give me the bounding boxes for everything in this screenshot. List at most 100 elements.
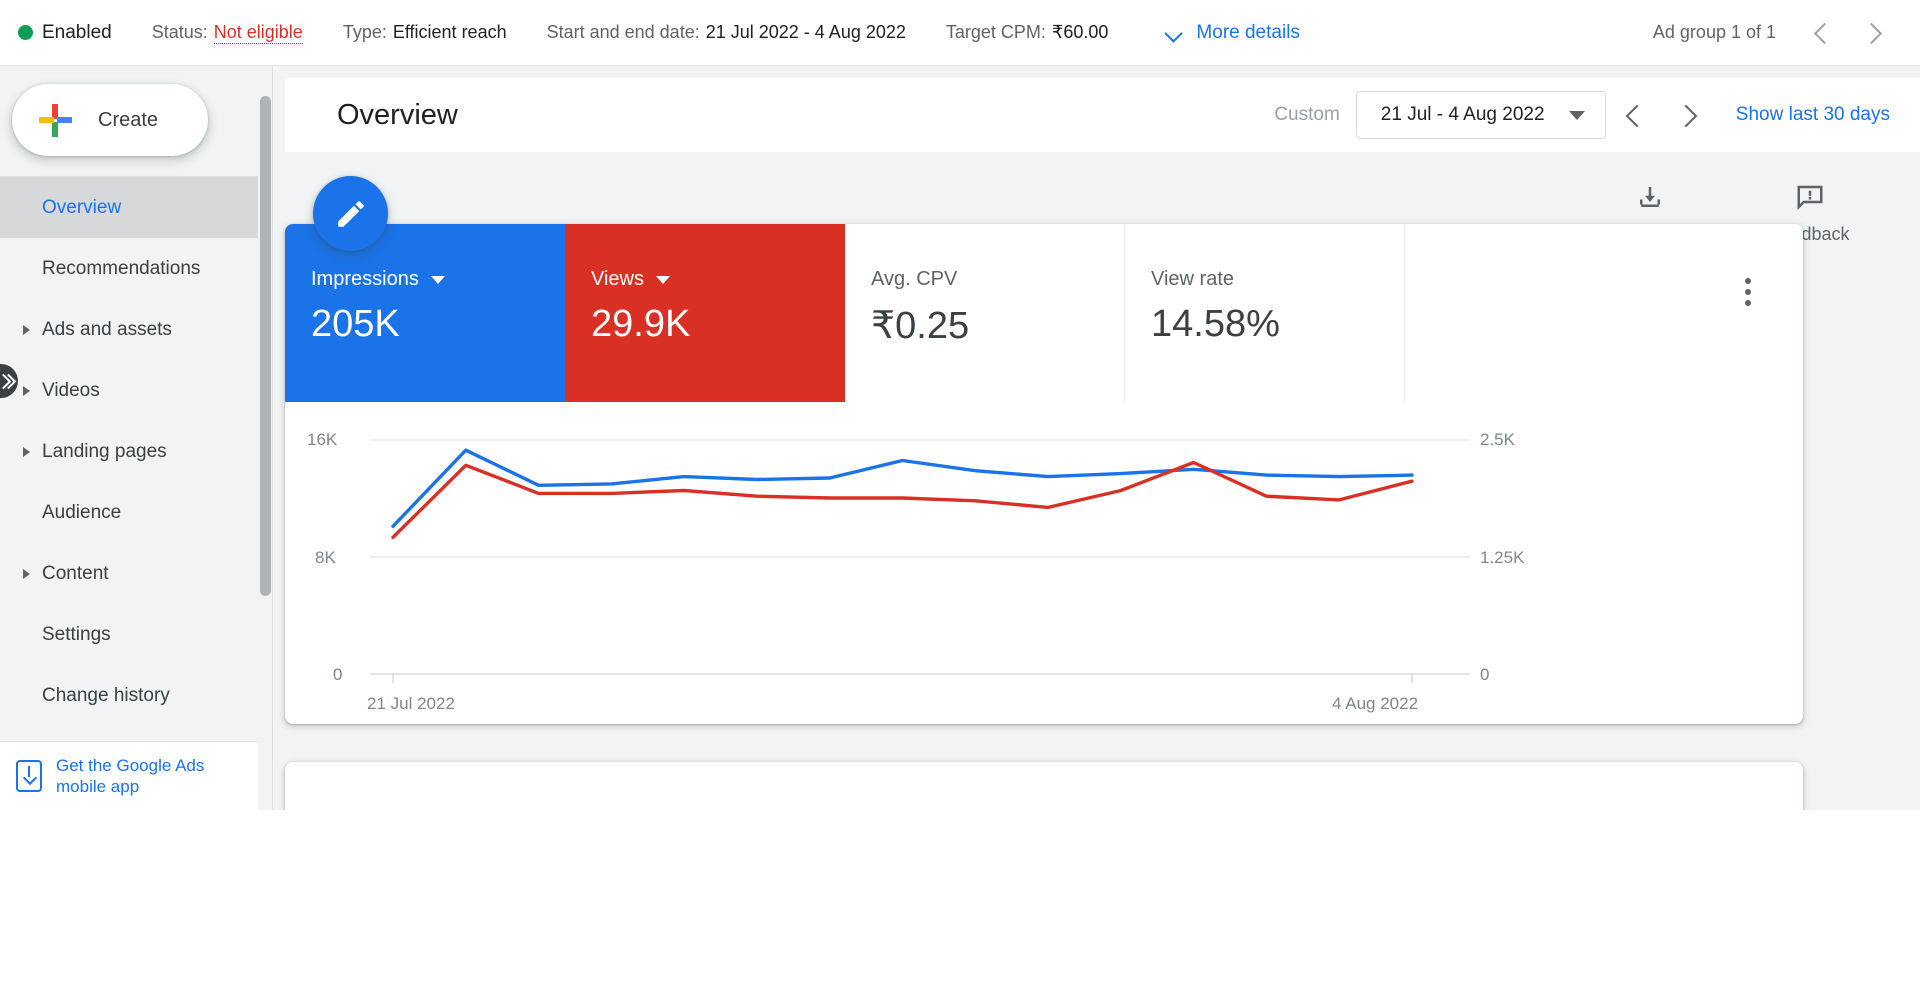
enabled-label: Enabled — [42, 21, 112, 43]
campaign-status-bar: Enabled Status: Not eligible Type: Effic… — [0, 0, 1920, 66]
date-info: Start and end date: 21 Jul 2022 - 4 Aug … — [547, 22, 906, 43]
status-info-label: Status: — [151, 21, 208, 42]
chevron-down-icon[interactable] — [430, 275, 445, 284]
mobile-app-promo-label: Get the Google Ads mobile app — [56, 755, 205, 796]
chevron-double-right-icon — [0, 374, 14, 388]
date-range-value: 21 Jul - 4 Aug 2022 — [1380, 104, 1545, 125]
left-axis-tick-top: 16K — [307, 430, 338, 449]
sidebar-item-label: Audience — [42, 501, 122, 523]
custom-range-label: Custom — [1274, 104, 1340, 125]
sidebar-item-overview[interactable]: Overview — [0, 177, 272, 238]
date-info-label: Start and end date: — [546, 22, 700, 42]
sidebar-item-label: Ads and assets — [42, 318, 172, 340]
status-info-value[interactable]: Not eligible — [213, 22, 303, 44]
metric-card-views[interactable]: Views 29.9K — [565, 224, 845, 402]
sidebar-item-label: Content — [42, 562, 109, 584]
metric-label-row: View rate — [1151, 268, 1404, 291]
expand-triangle-icon — [23, 324, 30, 335]
performance-chart-card: Impressions 205K Views 29.9K Avg. CPV ₹0… — [285, 224, 1803, 724]
sidebar-item-label: Settings — [42, 623, 111, 645]
ad-group-count-label: Ad group 1 of 1 — [1652, 22, 1776, 42]
x-axis-start-label: 21 Jul 2022 — [367, 694, 455, 713]
sidebar-item-change-history[interactable]: Change history — [0, 665, 272, 726]
metric-label-row: Impressions — [311, 268, 565, 291]
mobile-app-promo-link[interactable]: Get the Google Ads mobile app — [0, 741, 258, 810]
left-axis-tick-mid: 8K — [315, 548, 336, 567]
download-icon — [1640, 187, 1660, 207]
sidebar-item-videos[interactable]: Videos — [0, 360, 272, 421]
chart-plot-area: 16K 8K 0 2.5K 1.25K 0 21 Jul 2022 4 Aug … — [285, 402, 1803, 724]
sidebar-item-label: Videos — [42, 379, 100, 401]
feedback-icon — [1797, 185, 1823, 211]
target-cpm-info: Target CPM: ₹60.00 — [946, 22, 1109, 43]
metric-value: ₹0.25 — [871, 305, 970, 347]
ad-group-pager: Ad group 1 of 1 — [1653, 7, 1920, 59]
metric-label: Views — [591, 268, 644, 290]
sidebar-item-recommendations[interactable]: Recommendations — [0, 238, 272, 299]
expand-triangle-icon — [23, 446, 30, 457]
sidebar-item-content[interactable]: Content — [0, 543, 272, 604]
more-details-button[interactable]: More details — [1166, 22, 1300, 44]
sidebar-item-ads-and-assets[interactable]: Ads and assets — [0, 299, 272, 360]
sidebar-scrollbar[interactable] — [258, 66, 272, 810]
sidebar-scrollbar-thumb[interactable] — [260, 96, 271, 596]
date-prev-button[interactable] — [1606, 88, 1660, 142]
metric-value: 29.9K — [591, 303, 691, 345]
date-range-controls: Custom 21 Jul - 4 Aug 2022 Show last 30 … — [1274, 88, 1920, 142]
status-info: Status: Not eligible — [152, 22, 303, 44]
chart-overflow-menu-button[interactable] — [1735, 276, 1761, 308]
metric-card-impressions[interactable]: Impressions 205K — [285, 224, 565, 402]
left-axis-tick-zero: 0 — [333, 665, 343, 684]
type-info-value: Efficient reach — [392, 22, 507, 42]
metric-row-filler — [1405, 224, 1803, 402]
sidebar-item-label: Recommendations — [42, 257, 201, 279]
enabled-status-dot — [18, 25, 33, 40]
metric-label: Impressions — [311, 268, 419, 290]
create-button-container: Create — [0, 66, 272, 176]
browser-viewport-filler — [0, 810, 1920, 1008]
metric-label: View rate — [1151, 268, 1235, 290]
mobile-download-icon — [16, 760, 42, 792]
type-info-label: Type: — [342, 22, 387, 42]
metric-label-row: Views — [591, 268, 845, 291]
sidebar-item-landing-pages[interactable]: Landing pages — [0, 421, 272, 482]
date-range-select[interactable]: 21 Jul - 4 Aug 2022 — [1355, 91, 1606, 139]
page-title: Overview — [337, 98, 458, 131]
expand-triangle-icon — [23, 568, 30, 579]
more-details-label: More details — [1196, 21, 1300, 43]
create-button[interactable]: Create — [12, 84, 208, 156]
date-info-value: 21 Jul 2022 - 4 Aug 2022 — [705, 22, 906, 42]
metric-card-view-rate[interactable]: View rate 14.58% — [1125, 224, 1405, 402]
right-axis-tick-mid: 1.25K — [1480, 548, 1525, 567]
sidebar-item-audience[interactable]: Audience — [0, 482, 272, 543]
show-last-30-days-link[interactable]: Show last 30 days — [1736, 104, 1890, 126]
chevron-right-icon — [1679, 107, 1695, 123]
chevron-left-icon — [1625, 107, 1641, 123]
date-next-button[interactable] — [1660, 88, 1714, 142]
metric-card-row: Impressions 205K Views 29.9K Avg. CPV ₹0… — [285, 224, 1803, 402]
chevron-left-icon — [1813, 25, 1828, 40]
chevron-down-icon[interactable] — [656, 275, 670, 284]
main-content-area: Overview Custom 21 Jul - 4 Aug 2022 Show… — [273, 66, 1920, 810]
ad-group-next-button[interactable] — [1846, 7, 1898, 59]
metric-label-row: Avg. CPV — [871, 268, 1124, 291]
sidebar-item-settings[interactable]: Settings — [0, 604, 272, 665]
line-series-impressions — [391, 448, 1414, 529]
type-info: Type: Efficient reach — [343, 22, 507, 43]
chevron-down-icon — [1568, 110, 1585, 120]
metric-card-avg-cpv[interactable]: Avg. CPV ₹0.25 — [845, 224, 1125, 402]
sidebar-item-label: Overview — [42, 196, 122, 218]
pencil-icon — [337, 200, 364, 227]
chevron-down-icon — [1166, 25, 1182, 41]
edit-fab-button[interactable] — [313, 176, 388, 251]
expand-triangle-icon — [23, 385, 30, 396]
x-axis-end-label: 4 Aug 2022 — [1332, 694, 1419, 713]
google-plus-icon — [38, 103, 72, 137]
metric-label: Avg. CPV — [871, 268, 958, 290]
chart-svg — [370, 439, 1470, 683]
right-axis-tick-zero: 0 — [1480, 665, 1490, 684]
right-axis-tick-top: 2.5K — [1480, 430, 1515, 449]
create-button-label: Create — [98, 108, 159, 131]
ad-group-prev-button[interactable] — [1794, 7, 1846, 59]
page-header-bar: Overview Custom 21 Jul - 4 Aug 2022 Show… — [285, 78, 1920, 152]
